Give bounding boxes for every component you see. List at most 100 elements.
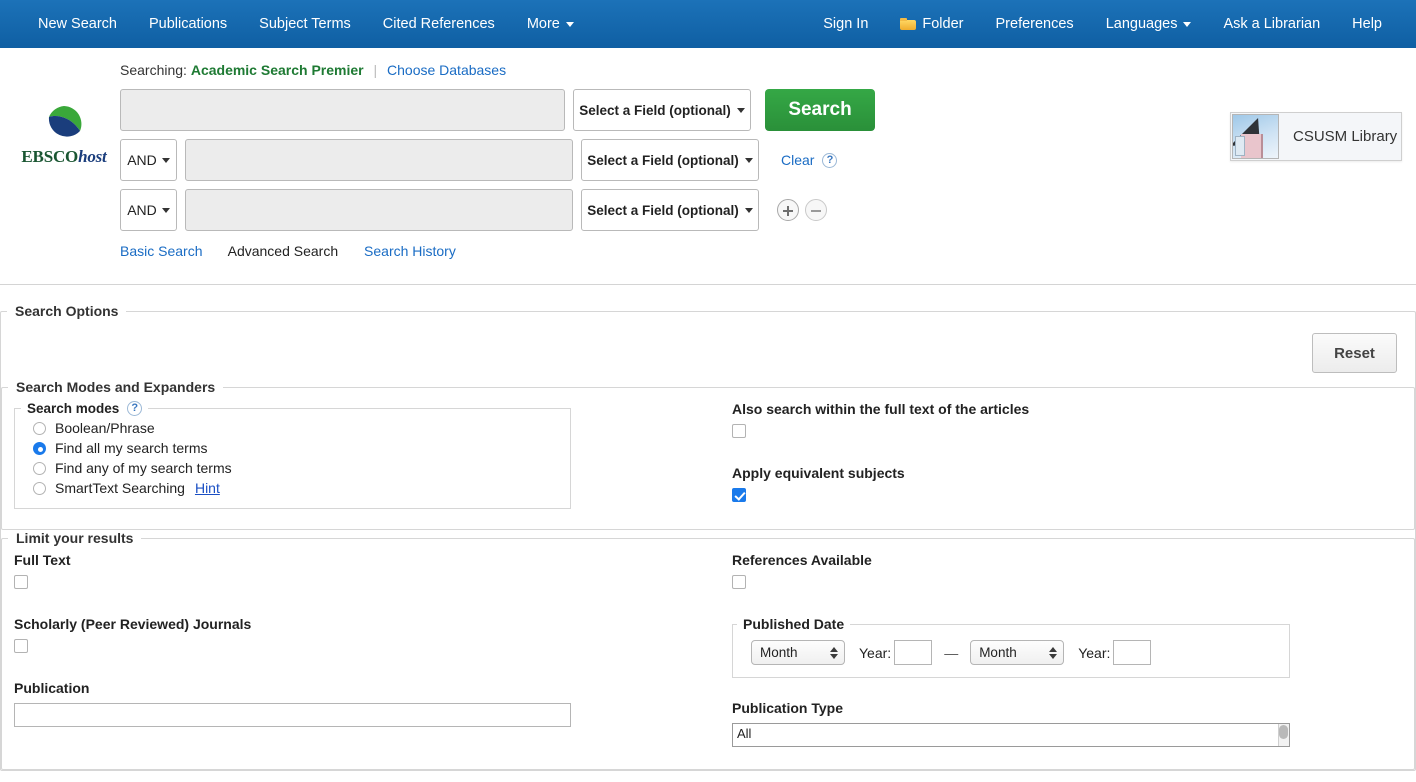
field-select-3[interactable]: Select a Field (optional) [581,189,759,231]
publication-type-listbox[interactable]: All [732,723,1290,747]
search-history-link[interactable]: Search History [364,243,456,259]
search-modes-fieldset: Search modes ? Boolean/Phrase Find all m… [14,401,571,509]
search-mode-links: Basic Search Advanced Search Search Hist… [120,243,1416,259]
boolean-operator-3-label: AND [127,202,157,218]
scrollbar-track[interactable] [1278,724,1289,746]
search-mode-option-boolean-phrase[interactable]: Boolean/Phrase [15,418,570,438]
expander-full-text: Also search within the full text of the … [732,401,1414,443]
reset-button[interactable]: Reset [1312,333,1397,373]
primary-nav-group: New Search Publications Subject Terms Ci… [22,0,590,48]
limiter-references-available-checkbox[interactable] [732,575,746,589]
published-date-to-month-select[interactable]: Month [970,640,1065,665]
radio-icon[interactable] [33,461,46,475]
nav-subject-terms-label: Subject Terms [259,16,351,32]
limit-left-column: Full Text Scholarly (Peer Reviewed) Jour… [2,546,714,769]
search-button[interactable]: Search [765,89,875,131]
limiter-scholarly-label: Scholarly (Peer Reviewed) Journals [14,616,252,632]
search-modes-expanders-legend: Search Modes and Expanders [16,379,216,395]
limit-right-column: References Available Published Date Mont… [714,546,1414,769]
nav-help-label: Help [1352,16,1382,32]
publication-input[interactable] [14,703,571,727]
radio-icon[interactable] [33,481,46,495]
nav-preferences-label: Preferences [995,16,1074,32]
nav-cited-references[interactable]: Cited References [367,0,511,48]
boolean-operator-select-3[interactable]: AND [120,189,177,231]
limiter-full-text-checkbox[interactable] [14,575,28,589]
clear-link[interactable]: Clear [781,152,814,168]
chevron-down-icon [736,107,745,113]
to-month-value: Month [979,645,1017,660]
search-options-legend: Search Options [15,303,119,319]
nav-languages[interactable]: Languages [1090,0,1208,48]
search-input-2[interactable] [185,139,573,181]
nav-subject-terms[interactable]: Subject Terms [243,0,367,48]
scrollbar-thumb[interactable] [1279,725,1288,739]
published-date-row: Month Year: — Month Year: [733,638,1289,665]
stepper-arrows-icon [1049,646,1058,659]
limiter-full-text-label: Full Text [14,552,71,568]
radio-icon[interactable] [33,441,46,455]
add-row-button[interactable] [777,199,799,221]
search-modes-help-icon[interactable]: ? [127,401,143,416]
search-options-fieldset: Search Options Reset Search Modes and Ex… [0,303,1416,771]
nav-more[interactable]: More [511,0,590,48]
ebscohost-logo[interactable]: EBSCOhost [18,104,110,167]
divider: | [373,62,378,78]
from-month-value: Month [760,645,798,660]
nav-more-label: More [526,16,560,32]
limiter-scholarly-checkbox[interactable] [14,639,28,653]
ebscohost-wordmark: EBSCOhost [18,147,110,167]
publication-type-option[interactable]: All [733,724,1289,743]
nav-languages-label: Languages [1105,16,1178,32]
library-name: CSUSM Library [1293,128,1398,145]
field-select-1[interactable]: Select a Field (optional) [573,89,751,131]
searching-prefix: Searching: [120,62,187,78]
modes-expanders-columns: Search modes ? Boolean/Phrase Find all m… [2,395,1414,529]
to-year-label: Year: [1078,644,1111,661]
host-text: host [78,147,107,166]
expander-equivalent-subjects-label: Apply equivalent subjects [732,465,905,481]
choose-databases-link[interactable]: Choose Databases [387,62,506,78]
search-input-1[interactable] [120,89,565,131]
advanced-search-link[interactable]: Advanced Search [228,243,339,259]
library-badge[interactable]: CSUSM Library [1230,112,1402,161]
published-date-from-year-input[interactable] [894,640,933,665]
search-row-3: AND Select a Field (optional) [120,189,1416,231]
field-select-2-label: Select a Field (optional) [587,152,739,168]
search-header: EBSCOhost Searching: Academic Search Pre… [0,48,1416,285]
search-input-3[interactable] [185,189,573,231]
searching-line: Searching: Academic Search Premier | Cho… [120,62,1416,80]
basic-search-link[interactable]: Basic Search [120,243,202,259]
field-select-2[interactable]: Select a Field (optional) [581,139,759,181]
published-date-block: Published Date Month Year: — Month Year: [732,616,1414,678]
search-mode-option-smarttext[interactable]: SmartText Searching Hint [15,478,570,498]
nav-publications[interactable]: Publications [133,0,243,48]
nav-new-search[interactable]: New Search [22,0,133,48]
published-date-from-month-select[interactable]: Month [751,640,845,665]
smarttext-hint-link[interactable]: Hint [195,480,220,496]
expander-full-text-checkbox[interactable] [732,424,746,438]
nav-preferences[interactable]: Preferences [980,0,1090,48]
published-date-to-year-input[interactable] [1113,640,1152,665]
search-mode-option-find-all[interactable]: Find all my search terms [15,438,570,458]
boolean-operator-2-label: AND [127,152,157,168]
date-range-dash: — [944,644,959,661]
nav-folder[interactable]: Folder [884,0,979,48]
chevron-down-icon [744,157,753,163]
limiter-publication: Publication [14,680,714,727]
radio-icon[interactable] [33,421,46,435]
search-mode-option-find-any[interactable]: Find any of my search terms [15,458,570,478]
boolean-operator-select-2[interactable]: AND [120,139,177,181]
help-icon[interactable]: ? [822,152,838,168]
limiter-references-available: References Available [732,552,1414,594]
nav-sign-in[interactable]: Sign In [807,0,884,48]
nav-ask-a-librarian[interactable]: Ask a Librarian [1207,0,1336,48]
row-controls [777,199,827,221]
clear-controls: Clear ? [781,152,838,168]
ebsco-text: EBSCO [21,147,79,166]
remove-row-button[interactable] [805,199,827,221]
search-options-band: Search Options Reset Search Modes and Ex… [0,285,1416,771]
nav-help[interactable]: Help [1336,0,1398,48]
expander-equivalent-subjects-checkbox[interactable] [732,488,746,502]
limiter-scholarly: Scholarly (Peer Reviewed) Journals [14,616,714,658]
